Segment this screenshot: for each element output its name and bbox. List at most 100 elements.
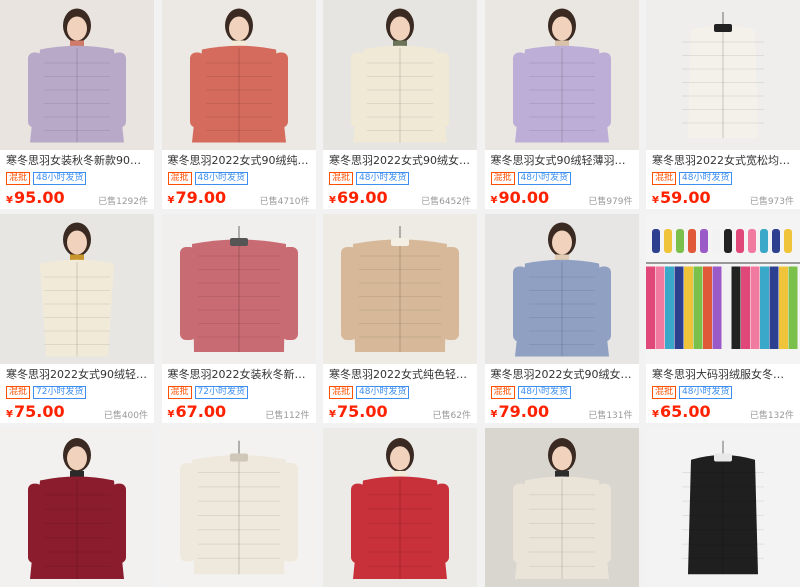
- sold-count: 已售6452件: [421, 197, 471, 207]
- shipping-tag: 72小时发货: [194, 385, 248, 399]
- product-card[interactable]: 寒冬思羽2022女式宽松均码韩版羽绒马甲 混批 48小时发货 ¥59.00 已售…: [646, 0, 800, 209]
- product-card[interactable]: 寒冬思羽2022女式90绒轻薄羽绒马甲 混批 72小时发货 ¥75.00 已售4…: [0, 214, 154, 423]
- currency-symbol: ¥: [490, 195, 498, 206]
- price-value: 59.00: [659, 188, 711, 207]
- product-title[interactable]: 寒冬思羽2022女式纯色轻薄羽绒外套: [329, 367, 471, 382]
- product-price: ¥59.00: [652, 187, 711, 209]
- product-image[interactable]: [0, 428, 154, 587]
- product-image[interactable]: [161, 0, 316, 150]
- sold-count: 已售4710件: [259, 197, 310, 207]
- price-value: 75.00: [336, 402, 388, 421]
- product-card[interactable]: [323, 428, 477, 587]
- price-value: 67.00: [175, 402, 227, 421]
- product-image[interactable]: [646, 0, 800, 150]
- product-image[interactable]: [161, 428, 316, 587]
- currency-symbol: ¥: [652, 195, 659, 206]
- product-grid: 寒冬思羽女装秋冬新款90绒轻薄羽绒服 混批 48小时发货 ¥95.00 已售12…: [0, 0, 800, 587]
- shipping-tag: 48小时发货: [194, 171, 248, 185]
- product-card[interactable]: 寒冬思羽大码羽绒服女冬季新款短款外套 混批 48小时发货 ¥65.00 已售13…: [646, 214, 800, 423]
- product-image[interactable]: [646, 214, 800, 364]
- mixed-batch-tag: 混批: [167, 385, 192, 399]
- product-image[interactable]: [323, 428, 477, 587]
- product-card[interactable]: [161, 428, 316, 587]
- product-card[interactable]: 寒冬思羽2022女式90绒女装圆领羽绒服 混批 48小时发货 ¥69.00 已售…: [323, 0, 477, 209]
- currency-symbol: ¥: [329, 409, 336, 420]
- product-title[interactable]: 寒冬思羽2022女式90绒纯色女装羽绒服: [168, 153, 310, 168]
- product-price: ¥75.00: [6, 401, 65, 423]
- shipping-tag: 48小时发货: [356, 171, 410, 185]
- mixed-batch-tag: 混批: [652, 385, 677, 399]
- product-price: ¥75.00: [329, 401, 388, 423]
- product-price: ¥79.00: [168, 187, 227, 209]
- product-image[interactable]: [323, 0, 477, 150]
- product-price: ¥95.00: [6, 187, 65, 209]
- product-image[interactable]: [0, 214, 154, 364]
- sold-count: 已售62件: [432, 411, 471, 421]
- product-image[interactable]: [484, 214, 639, 364]
- product-card[interactable]: 寒冬思羽2022女式纯色轻薄羽绒外套 混批 48小时发货 ¥75.00 已售62…: [323, 214, 477, 423]
- price-value: 79.00: [175, 188, 227, 207]
- mixed-batch-tag: 混批: [329, 171, 354, 185]
- product-card[interactable]: 寒冬思羽2022女式90绒女装圆领羽绒服 混批 48小时发货 ¥79.00 已售…: [484, 214, 639, 423]
- sold-count: 已售132件: [749, 411, 794, 421]
- shipping-tag: 48小时发货: [679, 171, 733, 185]
- price-value: 69.00: [336, 188, 388, 207]
- shipping-tag: 48小时发货: [679, 385, 733, 399]
- mixed-batch-tag: 混批: [6, 171, 31, 185]
- product-title[interactable]: 寒冬思羽2022女式90绒轻薄羽绒马甲: [6, 367, 148, 382]
- sold-count: 已售973件: [749, 197, 794, 207]
- sold-count: 已售112件: [265, 411, 310, 421]
- product-image[interactable]: [323, 214, 477, 364]
- currency-symbol: ¥: [6, 409, 13, 420]
- product-image[interactable]: [484, 428, 639, 587]
- sold-count: 已售1292件: [98, 197, 148, 207]
- currency-symbol: ¥: [167, 409, 175, 420]
- product-price: ¥90.00: [491, 187, 550, 209]
- product-title[interactable]: 寒冬思羽女装秋冬新款90绒轻薄羽绒服: [6, 153, 148, 168]
- mixed-batch-tag: 混批: [329, 385, 354, 399]
- currency-symbol: ¥: [167, 195, 175, 206]
- product-price: ¥69.00: [329, 187, 388, 209]
- shipping-tag: 48小时发货: [33, 171, 87, 185]
- product-image[interactable]: [161, 214, 316, 364]
- shipping-tag: 48小时发货: [517, 171, 571, 185]
- product-image[interactable]: [484, 0, 639, 150]
- sold-count: 已售979件: [588, 197, 633, 207]
- product-price: ¥67.00: [168, 401, 227, 423]
- currency-symbol: ¥: [329, 195, 336, 206]
- product-card[interactable]: 寒冬思羽2022女式90绒纯色女装羽绒服 混批 48小时发货 ¥79.00 已售…: [161, 0, 316, 209]
- product-title[interactable]: 寒冬思羽2022女式宽松均码韩版羽绒马甲: [652, 153, 794, 168]
- product-title[interactable]: 寒冬思羽女式90绒轻薄羽绒立领外套: [491, 153, 633, 168]
- product-price: ¥79.00: [491, 401, 550, 423]
- product-image[interactable]: [0, 0, 154, 150]
- product-card[interactable]: [646, 428, 800, 587]
- product-title[interactable]: 寒冬思羽2022女式90绒女装圆领羽绒服: [329, 153, 471, 168]
- product-card[interactable]: [484, 428, 639, 587]
- shipping-tag: 48小时发货: [517, 385, 571, 399]
- product-title[interactable]: 寒冬思羽大码羽绒服女冬季新款短款外套: [652, 367, 794, 382]
- mixed-batch-tag: 混批: [167, 171, 192, 185]
- price-value: 95.00: [13, 188, 65, 207]
- sold-count: 已售131件: [588, 411, 633, 421]
- product-card[interactable]: 寒冬思羽女式90绒轻薄羽绒立领外套 混批 48小时发货 ¥90.00 已售979…: [484, 0, 639, 209]
- product-image[interactable]: [646, 428, 800, 587]
- currency-symbol: ¥: [652, 409, 659, 420]
- shipping-tag: 48小时发货: [356, 385, 410, 399]
- mixed-batch-tag: 混批: [652, 171, 677, 185]
- product-card[interactable]: [0, 428, 154, 587]
- product-title[interactable]: 寒冬思羽2022女式90绒女装圆领羽绒服: [491, 367, 633, 382]
- product-card[interactable]: 寒冬思羽2022女装秋冬新款轻薄羽绒服 混批 72小时发货 ¥67.00 已售1…: [161, 214, 316, 423]
- mixed-batch-tag: 混批: [490, 171, 515, 185]
- price-value: 65.00: [659, 402, 711, 421]
- price-value: 79.00: [498, 402, 550, 421]
- currency-symbol: ¥: [490, 409, 498, 420]
- mixed-batch-tag: 混批: [490, 385, 515, 399]
- price-value: 90.00: [498, 188, 550, 207]
- product-card[interactable]: 寒冬思羽女装秋冬新款90绒轻薄羽绒服 混批 48小时发货 ¥95.00 已售12…: [0, 0, 154, 209]
- sold-count: 已售400件: [103, 411, 148, 421]
- price-value: 75.00: [13, 402, 65, 421]
- product-title[interactable]: 寒冬思羽2022女装秋冬新款轻薄羽绒服: [168, 367, 310, 382]
- product-price: ¥65.00: [652, 401, 711, 423]
- shipping-tag: 72小时发货: [33, 385, 87, 399]
- mixed-batch-tag: 混批: [6, 385, 31, 399]
